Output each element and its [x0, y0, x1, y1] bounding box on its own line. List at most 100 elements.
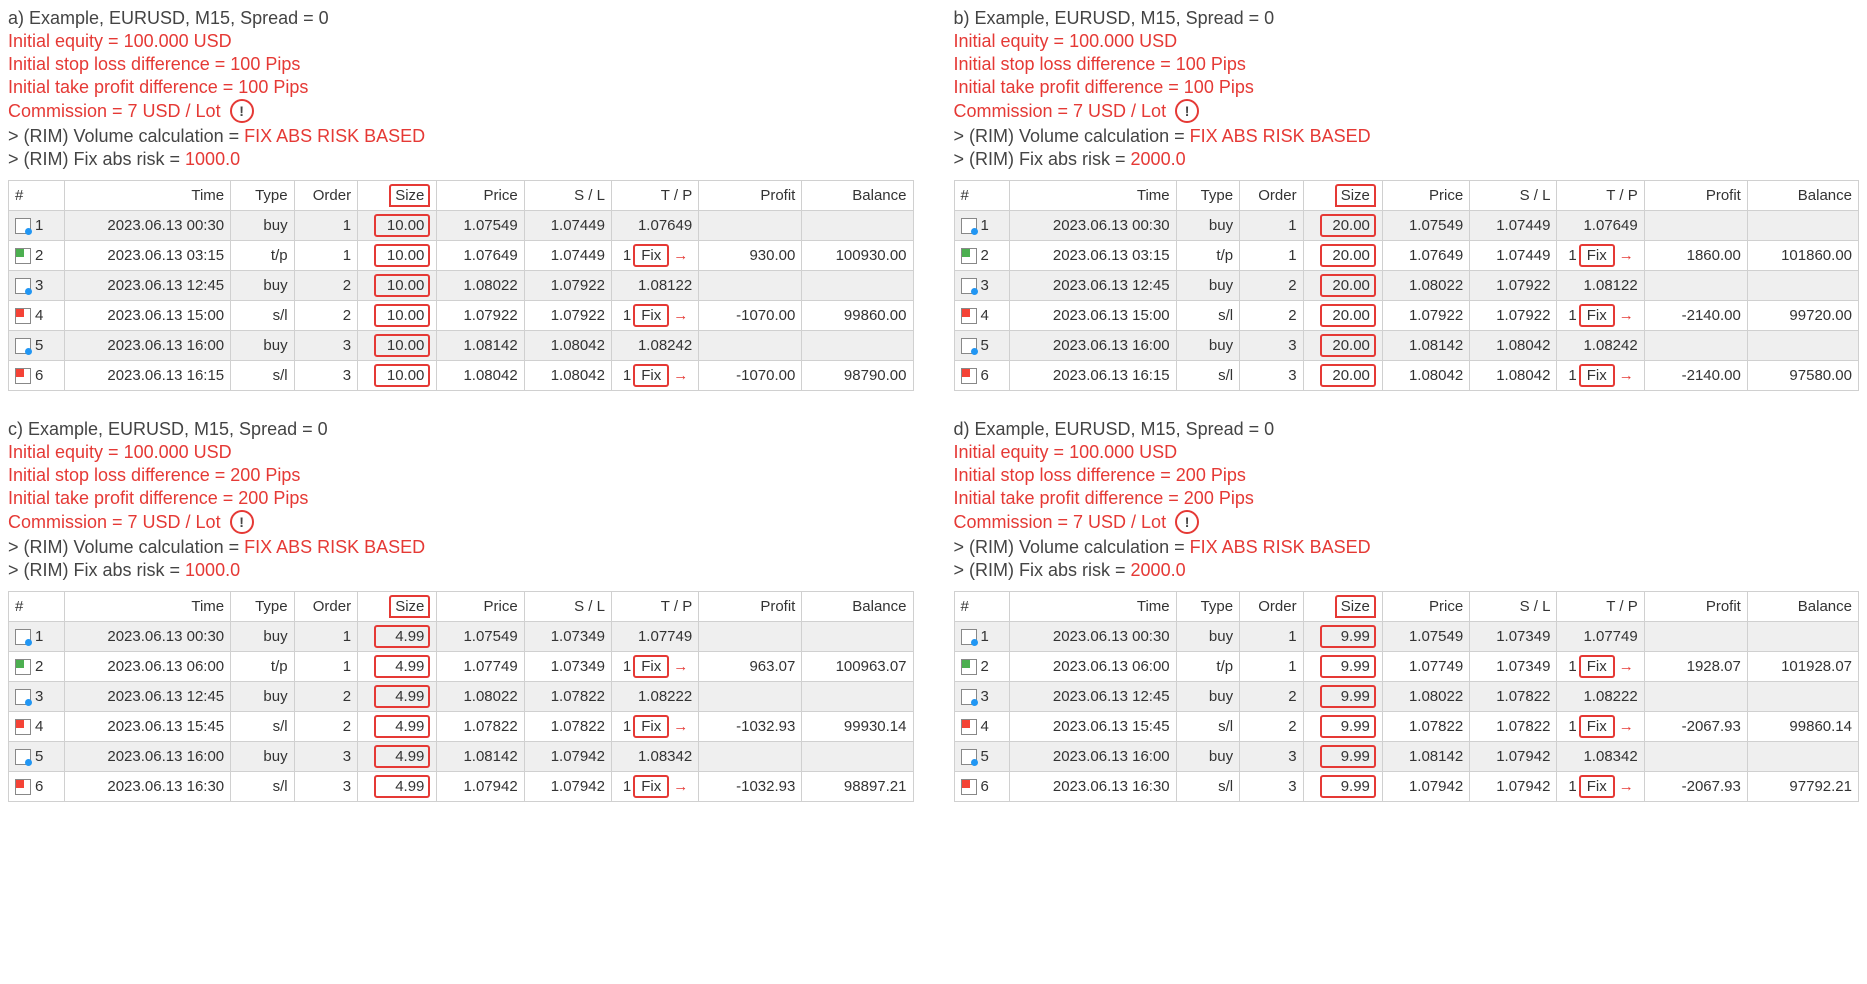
cell-profit [699, 271, 802, 301]
cell-price: 1.08142 [437, 331, 524, 361]
cell-sl: 1.07922 [1470, 271, 1557, 301]
cell-size: 20.00 [1303, 331, 1382, 361]
cell-time: 2023.06.13 12:45 [1010, 271, 1177, 301]
cell-time: 2023.06.13 15:45 [64, 712, 231, 742]
cell-balance [1747, 331, 1858, 361]
cell-price: 1.07749 [1382, 652, 1469, 682]
trades-table: #TimeTypeOrderSizePriceS / LT / PProfitB… [8, 591, 914, 802]
cell-price: 1.07549 [437, 211, 524, 241]
cell-type: buy [1176, 211, 1239, 241]
cell-sl: 1.07942 [524, 772, 611, 802]
cell-price: 1.07942 [437, 772, 524, 802]
param-commission: Commission = 7 USD / Lot ! [8, 511, 914, 535]
col-sl: S / L [524, 181, 611, 211]
tp-order-icon [15, 248, 31, 264]
row-num: 5 [981, 748, 989, 765]
col-order: Order [294, 592, 357, 622]
cell-price: 1.08022 [1382, 271, 1469, 301]
cell-tp: 1Fix→ [611, 712, 698, 742]
sl-order-icon [961, 779, 977, 795]
cell-time: 2023.06.13 16:30 [1010, 772, 1177, 802]
row-num: 1 [35, 628, 43, 645]
sl-order-icon [15, 719, 31, 735]
trades-table: #TimeTypeOrderSizePriceS / LT / PProfitB… [954, 180, 1860, 391]
col-num: # [9, 592, 65, 622]
cell-tp: 1Fix→ [1557, 301, 1644, 331]
row-num: 5 [35, 337, 43, 354]
buy-order-icon [961, 689, 977, 705]
cell-sl: 1.08042 [1470, 331, 1557, 361]
cell-balance: 98897.21 [802, 772, 913, 802]
cell-order: 1 [1240, 211, 1303, 241]
row-num: 4 [35, 718, 43, 735]
fix-annotation: Fix [633, 715, 669, 738]
cell-sl: 1.07349 [1470, 652, 1557, 682]
cell-price: 1.07922 [437, 301, 524, 331]
cell-sl: 1.07922 [524, 271, 611, 301]
cell-tp: 1Fix→ [1557, 772, 1644, 802]
cell-time: 2023.06.13 16:00 [64, 331, 231, 361]
cell-tp: 1.07749 [1557, 622, 1644, 652]
cell-order: 3 [1240, 361, 1303, 391]
size-header-highlight: Size [389, 184, 430, 207]
cell-size: 4.99 [358, 742, 437, 772]
cell-time: 2023.06.13 16:00 [1010, 331, 1177, 361]
row-num: 3 [35, 688, 43, 705]
cell-order: 1 [1240, 241, 1303, 271]
row-num-cell: 1 [9, 622, 65, 652]
cell-tp: 1Fix→ [611, 241, 698, 271]
arrow-right-icon: → [673, 307, 688, 324]
col-time: Time [64, 592, 231, 622]
cell-order: 3 [294, 772, 357, 802]
cell-time: 2023.06.13 03:15 [64, 241, 231, 271]
size-highlight: 20.00 [1320, 214, 1376, 237]
panel-title: d) Example, EURUSD, M15, Spread = 0 [954, 419, 1860, 440]
row-num-cell: 4 [9, 301, 65, 331]
cell-type: s/l [231, 301, 294, 331]
arrow-right-icon: → [1619, 658, 1634, 675]
cell-balance: 99720.00 [1747, 301, 1858, 331]
cell-price: 1.07942 [1382, 772, 1469, 802]
param-volume-calc-value: FIX ABS RISK BASED [244, 126, 425, 146]
warning-icon: ! [230, 510, 254, 534]
cell-sl: 1.08042 [524, 361, 611, 391]
cell-price: 1.08022 [437, 682, 524, 712]
cell-size: 10.00 [358, 241, 437, 271]
row-num-cell: 6 [954, 361, 1010, 391]
table-row: 12023.06.13 00:30buy19.991.075491.073491… [954, 622, 1859, 652]
tp-order-icon [961, 248, 977, 264]
cell-size: 9.99 [1303, 712, 1382, 742]
cell-profit [1644, 331, 1747, 361]
cell-type: s/l [231, 772, 294, 802]
cell-tp: 1Fix→ [611, 361, 698, 391]
param-equity: Initial equity = 100.000 USD [8, 31, 914, 52]
col-price: Price [1382, 592, 1469, 622]
size-highlight: 10.00 [374, 244, 430, 267]
size-highlight: 20.00 [1320, 364, 1376, 387]
param-commission-text: Commission = 7 USD / Lot [8, 101, 226, 121]
example-panel-c: c) Example, EURUSD, M15, Spread = 0Initi… [8, 419, 914, 802]
col-tp: T / P [611, 181, 698, 211]
cell-time: 2023.06.13 00:30 [64, 622, 231, 652]
col-time: Time [1010, 181, 1177, 211]
param-equity: Initial equity = 100.000 USD [954, 31, 1860, 52]
cell-sl: 1.07349 [524, 652, 611, 682]
table-row: 12023.06.13 00:30buy14.991.075491.073491… [9, 622, 914, 652]
size-highlight: 9.99 [1320, 655, 1376, 678]
param-fix-abs-risk-label: > (RIM) Fix abs risk = [954, 560, 1131, 580]
col-order: Order [1240, 181, 1303, 211]
param-sl_diff: Initial stop loss difference = 100 Pips [8, 54, 914, 75]
cell-size: 9.99 [1303, 622, 1382, 652]
cell-order: 3 [1240, 331, 1303, 361]
cell-order: 2 [1240, 301, 1303, 331]
cell-sl: 1.08042 [1470, 361, 1557, 391]
cell-size: 20.00 [1303, 301, 1382, 331]
col-size: Size [358, 181, 437, 211]
arrow-right-icon: → [673, 718, 688, 735]
param-volume-calc-label: > (RIM) Volume calculation = [8, 537, 244, 557]
cell-time: 2023.06.13 06:00 [64, 652, 231, 682]
cell-order: 2 [1240, 271, 1303, 301]
cell-type: s/l [1176, 712, 1239, 742]
cell-time: 2023.06.13 12:45 [64, 271, 231, 301]
col-balance: Balance [802, 592, 913, 622]
